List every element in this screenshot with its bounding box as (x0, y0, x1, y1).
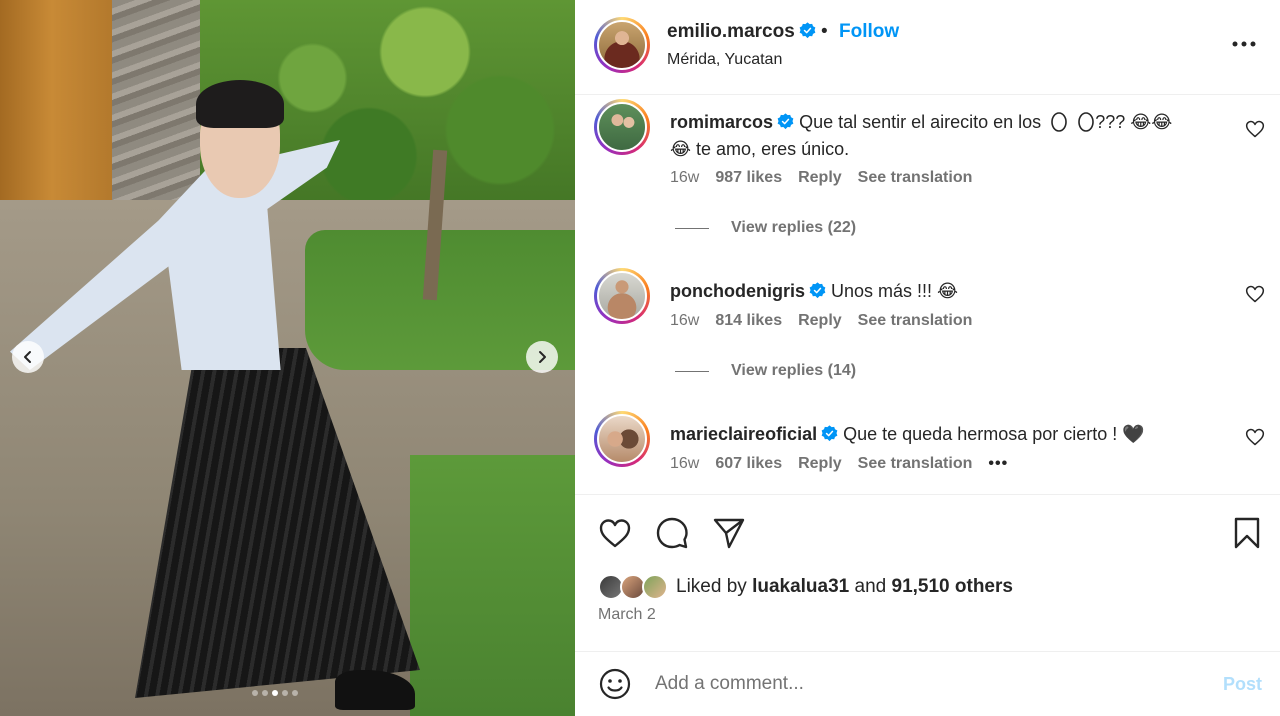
photo-lawn-lower (410, 455, 575, 716)
verified-badge-icon (821, 425, 838, 442)
comment-like-heart-icon[interactable] (1245, 119, 1265, 139)
comment-composer: Post (575, 651, 1280, 716)
commenter-username[interactable]: romimarcos (670, 112, 773, 132)
photo-hair (196, 80, 284, 128)
commenter-avatar-image (597, 414, 647, 464)
comment-text: ponchodenigris Unos más !!! 😂 (670, 278, 1220, 305)
commenter-avatar[interactable] (594, 411, 650, 467)
author-avatar[interactable] (594, 17, 650, 73)
comment-age: 16w (670, 312, 700, 329)
paper-plane-icon (713, 518, 745, 549)
post-location[interactable]: Mérida, Yucatan (667, 51, 782, 69)
comment-meta: 16w 607 likes Reply See translation ••• (670, 455, 1008, 473)
view-replies-button[interactable]: View replies (22) (675, 219, 856, 237)
commenter-username[interactable]: ponchodenigris (670, 281, 805, 301)
liked-by-label: Liked by (676, 576, 747, 597)
liker-avatars[interactable] (598, 572, 674, 602)
comment-body-line2: 😂 te amo, eres único. (670, 139, 850, 159)
carousel-dot (252, 690, 258, 696)
verified-badge-icon (799, 22, 816, 39)
post-photo (0, 0, 575, 716)
emoji-icon[interactable] (598, 667, 632, 701)
chevron-right-icon (539, 351, 546, 363)
likes-summary: Liked by luakalua31 and 91,510 others (598, 570, 1013, 604)
comment-body-tail: ??? 😂😂 (1095, 112, 1173, 132)
comment-like-heart-icon[interactable] (1245, 284, 1265, 304)
chevron-left-icon (24, 351, 31, 363)
comment-text: romimarcos Que tal sentir el airecito en… (670, 109, 1220, 163)
author-username-row[interactable]: emilio.marcos (667, 21, 816, 43)
comment-meta: 16w 814 likes Reply See translation (670, 312, 972, 330)
post-comment-button[interactable]: Post (1223, 674, 1262, 695)
view-replies-label[interactable]: View replies (14) (731, 362, 856, 380)
commenter-avatar-image (597, 102, 647, 152)
replies-divider-line (675, 227, 709, 229)
comment-meta: 16w 987 likes Reply See translation (670, 169, 972, 187)
comment-more-options-button[interactable]: ••• (988, 455, 1008, 473)
commenter-avatar[interactable] (594, 99, 650, 155)
comment-likes[interactable]: 814 likes (715, 312, 782, 330)
heart-icon (599, 519, 631, 548)
carousel-dot (272, 690, 278, 696)
carousel-dot (292, 690, 298, 696)
follow-button[interactable]: Follow (839, 21, 899, 43)
carousel-next-button[interactable] (526, 341, 558, 373)
more-options-icon[interactable] (1230, 34, 1258, 54)
comment-bubble-icon (656, 517, 688, 549)
header-separator: • (821, 21, 828, 42)
egg-icon (1051, 112, 1068, 132)
reply-button[interactable]: Reply (798, 169, 842, 187)
comment-likes[interactable]: 987 likes (715, 169, 782, 187)
commenter-avatar[interactable] (594, 268, 650, 324)
bookmark-icon (1234, 517, 1260, 549)
post-date[interactable]: March 2 (598, 606, 656, 624)
view-replies-label[interactable]: View replies (22) (731, 219, 856, 237)
liker-avatar (642, 574, 668, 600)
author-avatar-image (597, 20, 647, 70)
see-translation-button[interactable]: See translation (858, 455, 973, 473)
see-translation-button[interactable]: See translation (858, 169, 973, 187)
like-button[interactable] (597, 515, 633, 551)
reply-button[interactable]: Reply (798, 312, 842, 330)
liked-by-others[interactable]: 91,510 others (892, 576, 1013, 598)
verified-badge-icon (809, 282, 826, 299)
comments-list[interactable]: romimarcos Que tal sentir el airecito en… (575, 95, 1280, 495)
post-header: emilio.marcos • Follow Mérida, Yucatan (575, 0, 1280, 95)
reply-button[interactable]: Reply (798, 455, 842, 473)
comment-like-heart-icon[interactable] (1245, 427, 1265, 447)
see-translation-button[interactable]: See translation (858, 312, 973, 330)
post-detail-panel: emilio.marcos • Follow Mérida, Yucatan r… (575, 0, 1280, 716)
liked-by-user[interactable]: luakalua31 (752, 576, 849, 598)
save-button[interactable] (1229, 515, 1265, 551)
comment-body: Que tal sentir el airecito en los (799, 112, 1042, 132)
carousel-dot (282, 690, 288, 696)
share-button[interactable] (711, 515, 747, 551)
carousel-prev-button[interactable] (12, 341, 44, 373)
author-username[interactable]: emilio.marcos (667, 21, 795, 42)
carousel-dots (252, 690, 298, 696)
commenter-avatar-image (597, 271, 647, 321)
carousel-dot (262, 690, 268, 696)
post-action-bar (575, 505, 1280, 561)
comment-body: Que te queda hermosa por cierto ! 🖤 (843, 424, 1145, 444)
commenter-username[interactable]: marieclaireoficial (670, 424, 817, 444)
comment-age: 16w (670, 169, 700, 186)
replies-divider-line (675, 370, 709, 372)
comment-input[interactable] (655, 666, 1175, 702)
comment-body: Unos más !!! 😂 (831, 281, 959, 301)
comment-button[interactable] (654, 515, 690, 551)
egg-icon (1078, 112, 1095, 132)
comment-likes[interactable]: 607 likes (715, 455, 782, 473)
liked-by-and: and (854, 576, 887, 597)
verified-badge-icon (777, 113, 794, 130)
comment-text: marieclaireoficial Que te queda hermosa … (670, 421, 1220, 448)
view-replies-button[interactable]: View replies (14) (675, 362, 856, 380)
comment-age: 16w (670, 455, 700, 472)
